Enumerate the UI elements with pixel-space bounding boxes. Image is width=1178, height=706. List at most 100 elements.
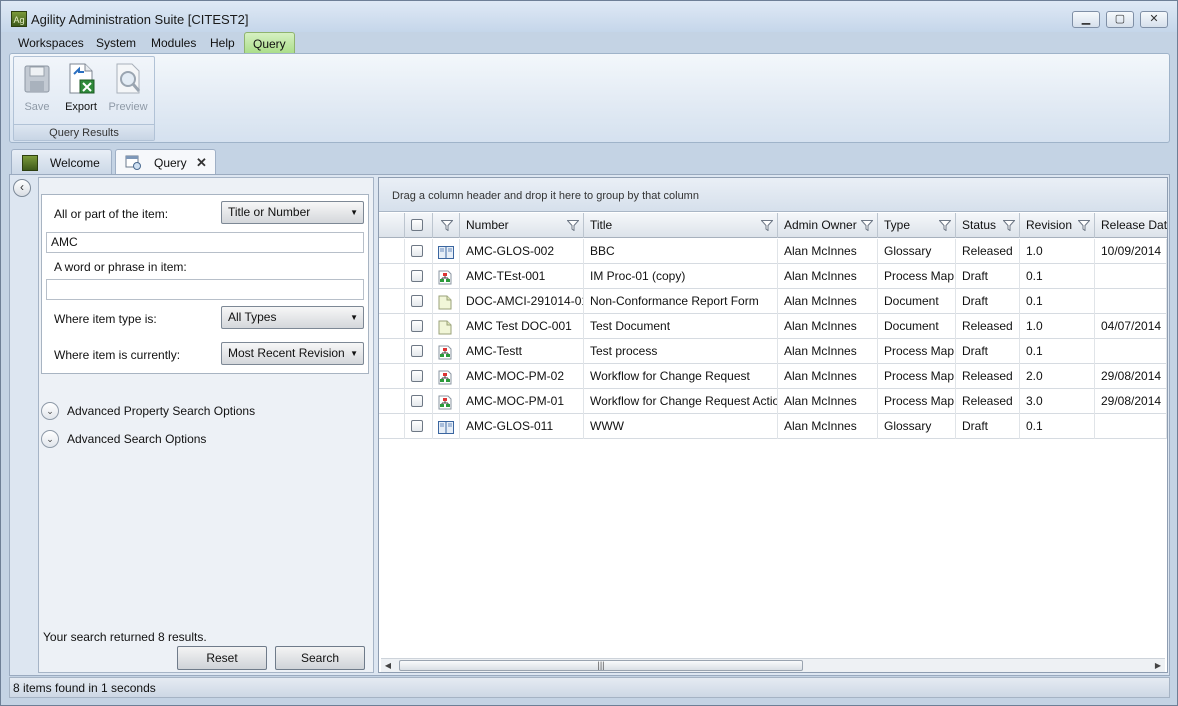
scroll-right-icon[interactable]: ▶ bbox=[1151, 659, 1165, 673]
cell-number: AMC-GLOS-011 bbox=[460, 414, 584, 439]
filter-icon[interactable] bbox=[939, 220, 951, 231]
cell-type: Process Map bbox=[878, 264, 956, 289]
horizontal-scrollbar[interactable]: ◀ ||| ▶ bbox=[381, 658, 1165, 672]
row-checkbox[interactable] bbox=[411, 245, 423, 257]
menu-workspaces[interactable]: Workspaces bbox=[10, 32, 92, 54]
row-checkbox[interactable] bbox=[411, 320, 423, 332]
column-header-title[interactable]: Title bbox=[584, 213, 778, 238]
table-row[interactable]: AMC-GLOS-011 WWW Alan McInnes Glossary Draft… bbox=[379, 414, 1167, 439]
query-workspace: ‹ All or part of the item: Title or Numb… bbox=[9, 174, 1170, 676]
table-row[interactable]: AMC-GLOS-002 BBC Alan McInnes Glossary Relea… bbox=[379, 239, 1167, 264]
cell-type: Process Map bbox=[878, 364, 956, 389]
save-button[interactable]: Save bbox=[15, 61, 59, 113]
minimize-button[interactable]: ▁ bbox=[1072, 11, 1100, 28]
row-indicator[interactable] bbox=[379, 264, 405, 289]
cell-type: Process Map bbox=[878, 339, 956, 364]
preview-icon bbox=[116, 63, 141, 94]
row-checkbox[interactable] bbox=[411, 270, 423, 282]
dropdown-arrow-icon: ▼ bbox=[350, 208, 358, 217]
select-all-checkbox[interactable] bbox=[411, 219, 423, 231]
column-header-admin-owner[interactable]: Admin Owner bbox=[778, 213, 878, 238]
tab-welcome-label: Welcome bbox=[50, 156, 100, 170]
filter-icon[interactable] bbox=[761, 220, 773, 231]
row-checkbox[interactable] bbox=[411, 345, 423, 357]
row-indicator[interactable] bbox=[379, 239, 405, 264]
book-icon bbox=[438, 419, 454, 434]
column-label-title: Title bbox=[590, 218, 613, 232]
item-type-select[interactable]: All Types ▼ bbox=[221, 306, 364, 329]
row-indicator[interactable] bbox=[379, 364, 405, 389]
application-window: Ag Agility Administration Suite [CITEST2… bbox=[0, 0, 1178, 706]
cell-release-date: 29/08/2014 bbox=[1095, 364, 1167, 389]
scrollbar-thumb[interactable]: ||| bbox=[399, 660, 803, 671]
cell-admin-owner: Alan McInnes bbox=[778, 264, 878, 289]
filter-icon[interactable] bbox=[1078, 220, 1090, 231]
collapse-panel-button[interactable]: ‹ bbox=[13, 179, 31, 197]
item-currently-select[interactable]: Most Recent Revision ▼ bbox=[221, 342, 364, 365]
word-phrase-input[interactable] bbox=[46, 279, 364, 300]
title-or-number-select[interactable]: Title or Number ▼ bbox=[221, 201, 364, 224]
row-select-cell bbox=[405, 414, 433, 439]
row-checkbox[interactable] bbox=[411, 370, 423, 382]
table-row[interactable]: AMC-Testt Test process Alan McInnes Process… bbox=[379, 339, 1167, 364]
cell-status: Draft bbox=[956, 339, 1020, 364]
preview-button[interactable]: Preview bbox=[106, 61, 150, 113]
maximize-button[interactable]: ▢ bbox=[1106, 11, 1134, 28]
table-row[interactable]: AMC Test DOC-001 Test Document Alan McInne… bbox=[379, 314, 1167, 339]
group-by-drop-area[interactable]: Drag a column header and drop it here to… bbox=[379, 178, 1167, 212]
table-row[interactable]: AMC-MOC-PM-01 Workflow for Change Request… bbox=[379, 389, 1167, 414]
cell-number: AMC Test DOC-001 bbox=[460, 314, 584, 339]
cell-revision: 3.0 bbox=[1020, 389, 1095, 414]
filter-icon[interactable] bbox=[1003, 220, 1015, 231]
cell-revision: 0.1 bbox=[1020, 289, 1095, 314]
cell-status: Draft bbox=[956, 414, 1020, 439]
row-indicator[interactable] bbox=[379, 389, 405, 414]
reset-button[interactable]: Reset bbox=[177, 646, 267, 670]
cell-admin-owner: Alan McInnes bbox=[778, 239, 878, 264]
cell-type: Glossary bbox=[878, 239, 956, 264]
row-checkbox[interactable] bbox=[411, 295, 423, 307]
search-button[interactable]: Search bbox=[275, 646, 365, 670]
row-type-icon-cell bbox=[433, 239, 460, 264]
scroll-left-icon[interactable]: ◀ bbox=[381, 659, 395, 673]
excel-export-icon bbox=[69, 63, 95, 94]
tab-query[interactable]: Query ✕ bbox=[115, 149, 216, 176]
cell-number: AMC-MOC-PM-01 bbox=[460, 389, 584, 414]
row-indicator[interactable] bbox=[379, 339, 405, 364]
row-indicator[interactable] bbox=[379, 414, 405, 439]
table-row[interactable]: AMC-TEst-001 IM Proc-01 (copy) Alan McInne… bbox=[379, 264, 1167, 289]
tab-welcome[interactable]: Welcome bbox=[11, 149, 112, 175]
ribbon-group-label: Query Results bbox=[14, 124, 154, 140]
cell-title: Test process bbox=[584, 339, 778, 364]
table-row[interactable]: DOC-AMCI-291014-01 Non-Conformance Report… bbox=[379, 289, 1167, 314]
cell-revision: 1.0 bbox=[1020, 239, 1095, 264]
cell-revision: 2.0 bbox=[1020, 364, 1095, 389]
filter-icon[interactable] bbox=[861, 220, 873, 231]
column-label-release-date: Release Date bbox=[1101, 218, 1167, 232]
search-panel: All or part of the item: Title or Number… bbox=[38, 177, 374, 673]
app-logo-icon: Ag bbox=[11, 11, 27, 27]
column-header-type[interactable]: Type bbox=[878, 213, 956, 238]
column-header-revision[interactable]: Revision bbox=[1020, 213, 1095, 238]
row-checkbox[interactable] bbox=[411, 395, 423, 407]
table-row[interactable]: AMC-MOC-PM-02 Workflow for Change Request… bbox=[379, 364, 1167, 389]
row-indicator[interactable] bbox=[379, 289, 405, 314]
type-icon-header[interactable] bbox=[433, 213, 460, 238]
row-indicator[interactable] bbox=[379, 314, 405, 339]
filter-icon[interactable] bbox=[441, 220, 453, 231]
menu-system[interactable]: System bbox=[88, 32, 144, 54]
row-type-icon-cell bbox=[433, 414, 460, 439]
filter-icon[interactable] bbox=[567, 220, 579, 231]
close-tab-icon[interactable]: ✕ bbox=[196, 155, 207, 171]
cell-admin-owner: Alan McInnes bbox=[778, 314, 878, 339]
column-header-status[interactable]: Status bbox=[956, 213, 1020, 238]
column-header-release-date[interactable]: Release Date bbox=[1095, 213, 1167, 238]
column-header-number[interactable]: Number bbox=[460, 213, 584, 238]
close-window-button[interactable]: ✕ bbox=[1140, 11, 1168, 28]
export-button[interactable]: Export bbox=[59, 61, 103, 113]
row-checkbox[interactable] bbox=[411, 420, 423, 432]
menu-modules[interactable]: Modules bbox=[143, 32, 204, 54]
search-term-input[interactable]: AMC bbox=[46, 232, 364, 253]
menu-help[interactable]: Help bbox=[202, 32, 243, 54]
menu-query[interactable]: Query bbox=[244, 32, 295, 54]
